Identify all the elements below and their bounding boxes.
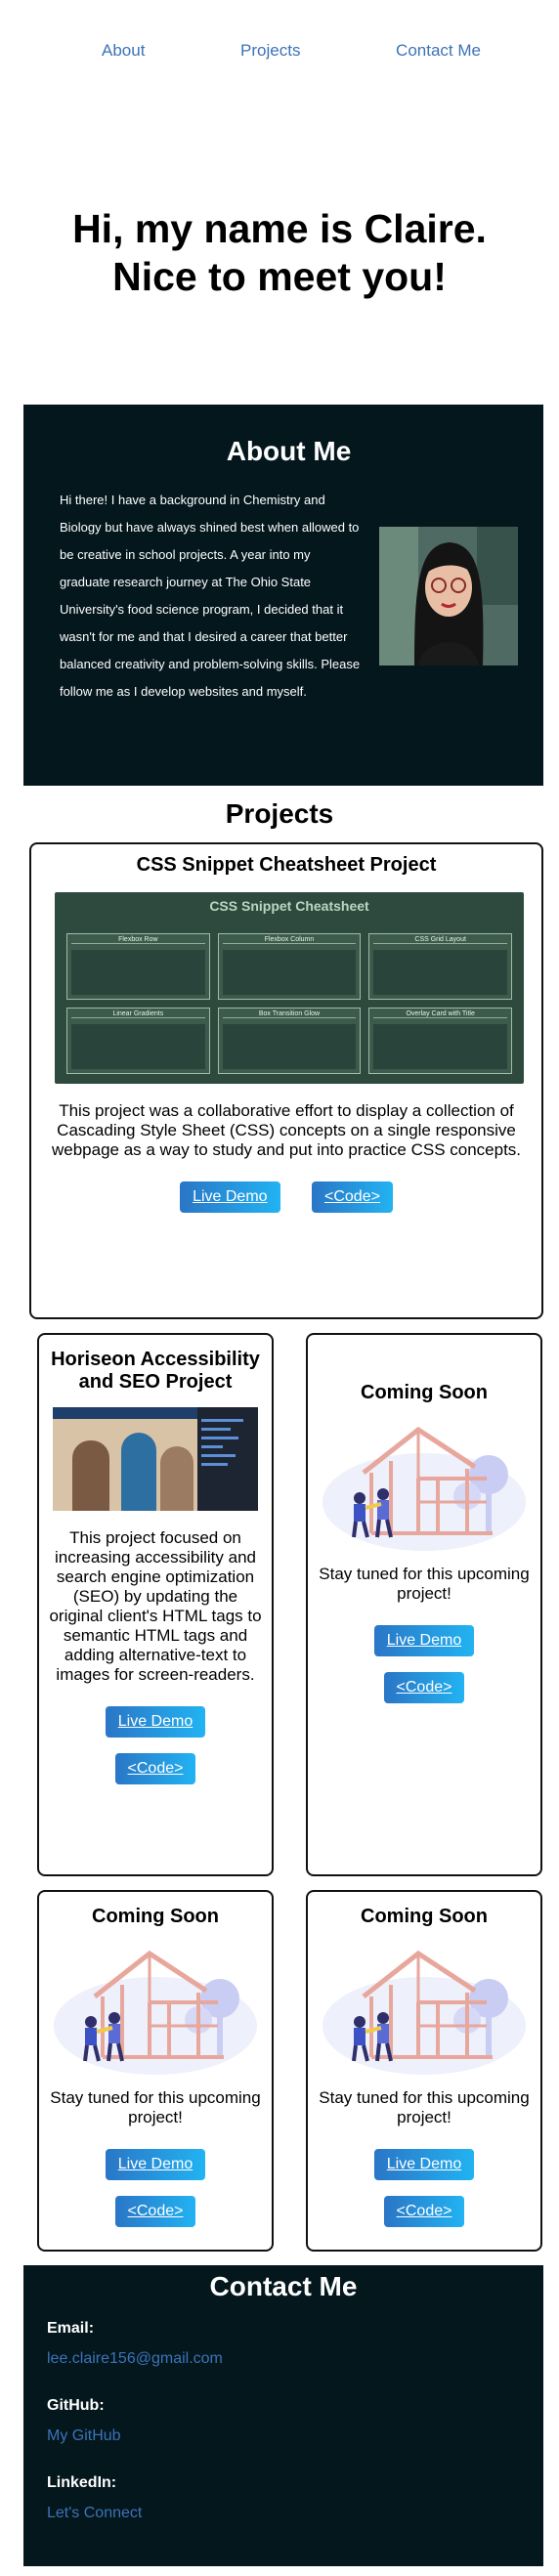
screenshot-photo xyxy=(53,1407,197,1511)
live-demo-button[interactable]: Live Demo xyxy=(105,1706,206,1738)
live-demo-button[interactable]: Live Demo xyxy=(105,2149,206,2180)
code-button[interactable]: <Code> xyxy=(312,1181,393,1213)
about-text: Hi there! I have a background in Chemist… xyxy=(60,493,361,699)
hero-heading: Hi, my name is Claire. Nice to meet you! xyxy=(72,205,487,301)
coming-soon-text: Stay tuned for this upcoming project! xyxy=(319,1565,530,1603)
coming-soon-text: Stay tuned for this upcoming project! xyxy=(50,2088,261,2126)
snippet-tile: CSS Grid Layout xyxy=(368,933,512,1000)
snippet-tile: Overlay Card with Title xyxy=(368,1008,512,1074)
snippet-code-block xyxy=(222,950,357,995)
github-link[interactable]: My GitHub xyxy=(47,2427,543,2445)
email-link[interactable]: lee.claire156@gmail.com xyxy=(47,2350,543,2368)
top-nav: About Projects Contact Me xyxy=(0,0,559,102)
snippet-code-block xyxy=(71,950,205,995)
hero: Hi, my name is Claire. Nice to meet you! xyxy=(0,102,559,405)
screenshot-code-panel xyxy=(197,1407,258,1511)
project-description: This project was a collaborative effort … xyxy=(51,1101,522,1159)
project-card-horiseon-seo: Horiseon Accessibility and SEO Project T… xyxy=(37,1333,274,1876)
live-demo-button[interactable]: Live Demo xyxy=(180,1181,280,1213)
nav-link-about[interactable]: About xyxy=(102,41,145,61)
coming-soon-title: Coming Soon xyxy=(361,1906,488,1927)
about-section: About Me Hi there! I have a background i… xyxy=(23,405,543,786)
snippet-tile: Linear Gradients xyxy=(66,1008,210,1074)
live-demo-button[interactable]: Live Demo xyxy=(373,2149,475,2180)
snippet-tile-title: Linear Gradients xyxy=(71,1010,205,1018)
construction-illustration xyxy=(54,1950,257,2075)
project-card-coming-soon: Coming Soon Stay tuned for this upcoming… xyxy=(37,1890,274,2252)
coming-soon-title: Coming Soon xyxy=(92,1906,219,1927)
coming-soon-title: Coming Soon xyxy=(361,1382,488,1403)
snippet-tile: Flexbox Column xyxy=(217,933,362,1000)
project-card-coming-soon: Coming Soon Stay tuned for this upcoming… xyxy=(306,1333,542,1876)
snippet-code-block xyxy=(373,1024,507,1069)
code-button[interactable]: <Code> xyxy=(114,2196,196,2227)
code-button[interactable]: <Code> xyxy=(114,1753,196,1784)
project-description: This project focused on increasing acces… xyxy=(49,1528,262,1684)
email-label: Email: xyxy=(47,2320,95,2337)
screenshot-title: CSS Snippet Cheatsheet xyxy=(209,898,369,914)
snippet-tile-title: Overlay Card with Title xyxy=(373,1010,507,1018)
construction-illustration xyxy=(322,1426,526,1551)
screenshot-subtitle xyxy=(66,916,512,925)
project-screenshot-css[interactable]: CSS Snippet Cheatsheet Flexbox Row Flexb… xyxy=(55,892,524,1084)
contact-title: Contact Me xyxy=(209,2271,358,2301)
project-card-css-cheatsheet: CSS Snippet Cheatsheet Project CSS Snipp… xyxy=(29,842,543,1319)
linkedin-label: LinkedIn: xyxy=(47,2474,117,2491)
profile-photo xyxy=(379,527,518,665)
snippet-code-block xyxy=(373,950,507,995)
code-button[interactable]: <Code> xyxy=(383,2196,465,2227)
project-title: CSS Snippet Cheatsheet Project xyxy=(136,854,437,876)
snippet-tile-title: Flexbox Column xyxy=(222,936,357,944)
snippet-code-block xyxy=(222,1024,357,1069)
live-demo-button[interactable]: Live Demo xyxy=(373,1625,475,1656)
project-screenshot-seo[interactable] xyxy=(53,1407,258,1511)
snippet-tile: Flexbox Row xyxy=(66,933,210,1000)
contact-section: Contact Me Email: lee.claire156@gmail.co… xyxy=(23,2265,543,2566)
snippet-tile-title: Flexbox Row xyxy=(71,936,205,944)
snippet-tile-title: Box Transition Glow xyxy=(222,1010,357,1018)
project-title: Horiseon Accessibility and SEO Project xyxy=(51,1349,260,1393)
snippet-code-block xyxy=(71,1024,205,1069)
projects-title: Projects xyxy=(225,798,334,829)
code-button[interactable]: <Code> xyxy=(383,1672,465,1703)
nav-link-contact[interactable]: Contact Me xyxy=(396,41,481,61)
github-label: GitHub: xyxy=(47,2397,105,2414)
snippet-tile-title: CSS Grid Layout xyxy=(373,936,507,944)
nav-link-projects[interactable]: Projects xyxy=(240,41,300,61)
coming-soon-text: Stay tuned for this upcoming project! xyxy=(319,2088,530,2126)
snippet-tile: Box Transition Glow xyxy=(217,1008,362,1074)
construction-illustration xyxy=(322,1950,526,2075)
hero-line-2: Nice to meet you! xyxy=(112,254,447,299)
linkedin-link[interactable]: Let's Connect xyxy=(47,2505,543,2522)
hero-line-1: Hi, my name is Claire. xyxy=(72,205,487,251)
about-title: About Me xyxy=(226,436,352,466)
project-card-coming-soon: Coming Soon Stay tuned for this upcoming… xyxy=(306,1890,542,2252)
